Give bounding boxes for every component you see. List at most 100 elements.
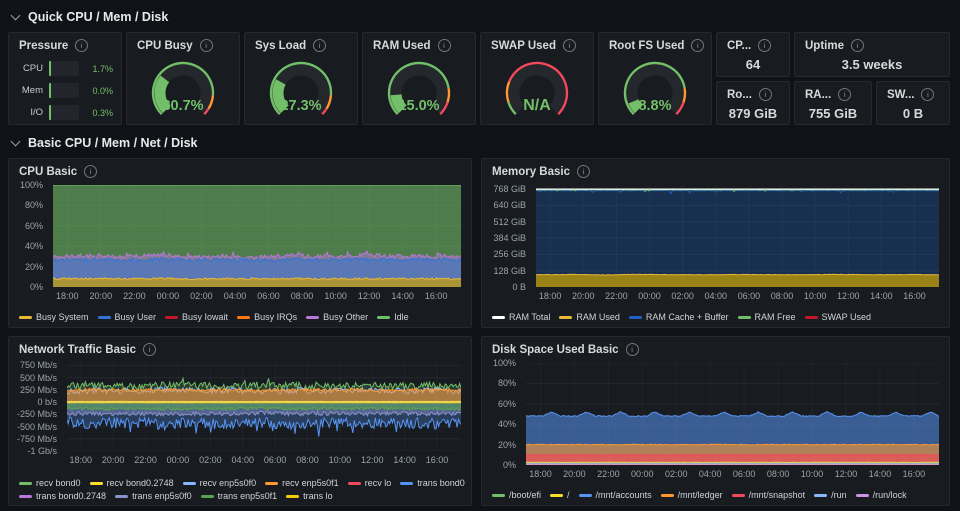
plot-area[interactable]	[67, 363, 461, 451]
x-tick-label: 02:00	[671, 291, 694, 301]
panel-ram-total: RA... i 755 GiB	[794, 81, 872, 125]
legend-item[interactable]: recv enp5s0f1	[265, 478, 339, 488]
legend-item[interactable]: /boot/efi	[492, 490, 541, 500]
legend-label: RAM Used	[576, 312, 620, 322]
y-tick-label: -250 Mb/s	[16, 409, 57, 420]
plot-area[interactable]	[536, 185, 939, 287]
legend-item[interactable]: trans enp5s0f1	[200, 491, 277, 501]
info-icon[interactable]: i	[562, 39, 576, 52]
x-tick-label: 14:00	[870, 291, 893, 301]
legend-item[interactable]: /run/lock	[855, 490, 907, 500]
panel-title[interactable]: Root FS Used i	[599, 33, 711, 54]
info-icon[interactable]: i	[84, 165, 98, 178]
plot-area[interactable]	[526, 363, 939, 465]
info-icon[interactable]: i	[199, 39, 213, 52]
section-header-quick[interactable]: Quick CPU / Mem / Disk	[10, 10, 168, 24]
panel-title[interactable]: Ro... i	[717, 82, 789, 103]
panel-title[interactable]: CPU Busy i	[127, 33, 239, 54]
legend-item[interactable]: /mnt/accounts	[578, 490, 652, 500]
y-tick-label: 768 GiB	[493, 184, 526, 195]
x-tick-label: 02:00	[664, 469, 688, 479]
legend-label: recv bond0	[36, 478, 81, 488]
legend-item[interactable]: RAM Free	[737, 312, 796, 322]
legend-item[interactable]: recv enp5s0f0	[182, 478, 256, 488]
legend-label: /boot/efi	[509, 490, 542, 500]
info-icon[interactable]: i	[625, 343, 639, 356]
legend-item[interactable]: recv lo	[347, 478, 391, 488]
panel-title-text: RA...	[805, 88, 832, 101]
section-title: Basic CPU / Mem / Net / Disk	[28, 136, 198, 150]
plot-area[interactable]	[53, 185, 461, 287]
info-icon[interactable]: i	[142, 343, 156, 356]
y-tick-label: 100%	[19, 180, 43, 190]
x-tick-label: 12:00	[834, 469, 858, 479]
panel-title[interactable]: SW... i	[877, 82, 949, 103]
legend-item[interactable]: Busy Iowait	[165, 312, 228, 322]
panel-title[interactable]: Disk Space Used Basic i	[482, 337, 949, 358]
panel-title-text: Ro...	[727, 88, 752, 101]
legend-item[interactable]: recv bond0	[19, 478, 81, 488]
section-header-basic[interactable]: Basic CPU / Mem / Net / Disk	[10, 136, 198, 150]
legend-label: /mnt/ledger	[677, 490, 723, 500]
info-icon[interactable]: i	[437, 39, 451, 52]
legend-item[interactable]: trans enp5s0f0	[115, 491, 192, 501]
legend-item[interactable]: Busy Other	[306, 312, 368, 322]
info-icon[interactable]: i	[75, 39, 89, 52]
legend-item[interactable]: Busy System	[19, 312, 89, 322]
legend-item[interactable]: /mnt/snapshot	[731, 490, 805, 500]
legend-item[interactable]: trans lo	[286, 491, 333, 501]
pressure-bar	[49, 61, 79, 76]
panel-title[interactable]: CP... i	[717, 33, 789, 54]
panel-title[interactable]: CPU Basic i	[9, 159, 471, 180]
legend-item[interactable]: RAM Total	[492, 312, 550, 322]
legend-label: /run	[831, 490, 847, 500]
info-icon[interactable]: i	[850, 39, 864, 52]
x-tick-label: 06:00	[263, 455, 287, 465]
legend-item[interactable]: Busy User	[97, 312, 156, 322]
y-axis: 0 B 128 GiB 256 GiB 384 GiB 512 GiB 640 GiB 76…	[482, 184, 532, 292]
info-icon[interactable]: i	[691, 39, 705, 52]
info-icon[interactable]: i	[838, 88, 852, 101]
legend: RAM Total RAM Used RAM Cache + Buffer RAM F…	[492, 312, 945, 322]
legend-item[interactable]: /run	[814, 490, 847, 500]
x-tick-label: 08:00	[766, 469, 790, 479]
legend-swatch	[492, 493, 505, 497]
x-tick-label: 14:00	[391, 291, 414, 301]
panel-title[interactable]: RA... i	[795, 82, 871, 103]
x-tick-label: 02:00	[199, 455, 222, 465]
x-tick-label: 08:00	[770, 291, 794, 301]
info-icon[interactable]: i	[313, 39, 327, 52]
legend-item[interactable]: recv bond0.2748	[89, 478, 174, 488]
legend-item[interactable]: Busy IRQs	[237, 312, 297, 322]
info-icon[interactable]: i	[921, 88, 935, 101]
info-icon[interactable]: i	[576, 165, 590, 178]
info-icon[interactable]: i	[758, 39, 772, 52]
info-icon[interactable]: i	[758, 88, 772, 101]
panel-title[interactable]: Uptime i	[795, 33, 949, 54]
y-axis: 750 Mb/s 500 Mb/s 250 Mb/s 0 b/s -250 Mb/s -5…	[9, 360, 63, 456]
legend: Busy System Busy User Busy Iowait Busy IRQs…	[19, 312, 467, 322]
panel-title[interactable]: SWAP Used i	[481, 33, 593, 54]
panel-title[interactable]: RAM Used i	[363, 33, 475, 54]
x-tick-label: 14:00	[393, 455, 416, 465]
panel-title[interactable]: Memory Basic i	[482, 159, 949, 180]
legend-item[interactable]: Idle	[377, 312, 409, 322]
panel-title[interactable]: Pressure i	[9, 33, 121, 54]
y-tick-label: 20%	[24, 261, 43, 272]
legend-item[interactable]: trans bond0.2748	[19, 491, 106, 501]
legend-label: recv enp5s0f1	[282, 478, 339, 488]
legend-swatch	[286, 494, 300, 498]
gauge-value: 30.7%	[162, 98, 203, 114]
legend-item[interactable]: trans bond0	[400, 478, 465, 488]
legend-swatch	[814, 493, 828, 497]
legend-item[interactable]: RAM Used	[559, 312, 620, 322]
legend-item[interactable]: /	[550, 490, 570, 500]
legend-item[interactable]: SWAP Used	[804, 312, 871, 322]
y-tick-label: 128 GiB	[493, 265, 526, 276]
panel-title[interactable]: Network Traffic Basic i	[9, 337, 471, 358]
legend-item[interactable]: /mnt/ledger	[660, 490, 723, 500]
gauge-cpu-busy: 30.7%	[127, 54, 239, 120]
panel-title[interactable]: Sys Load i	[245, 33, 357, 54]
panel-title-text: Root FS Used	[609, 39, 685, 52]
legend-item[interactable]: RAM Cache + Buffer	[628, 312, 729, 322]
